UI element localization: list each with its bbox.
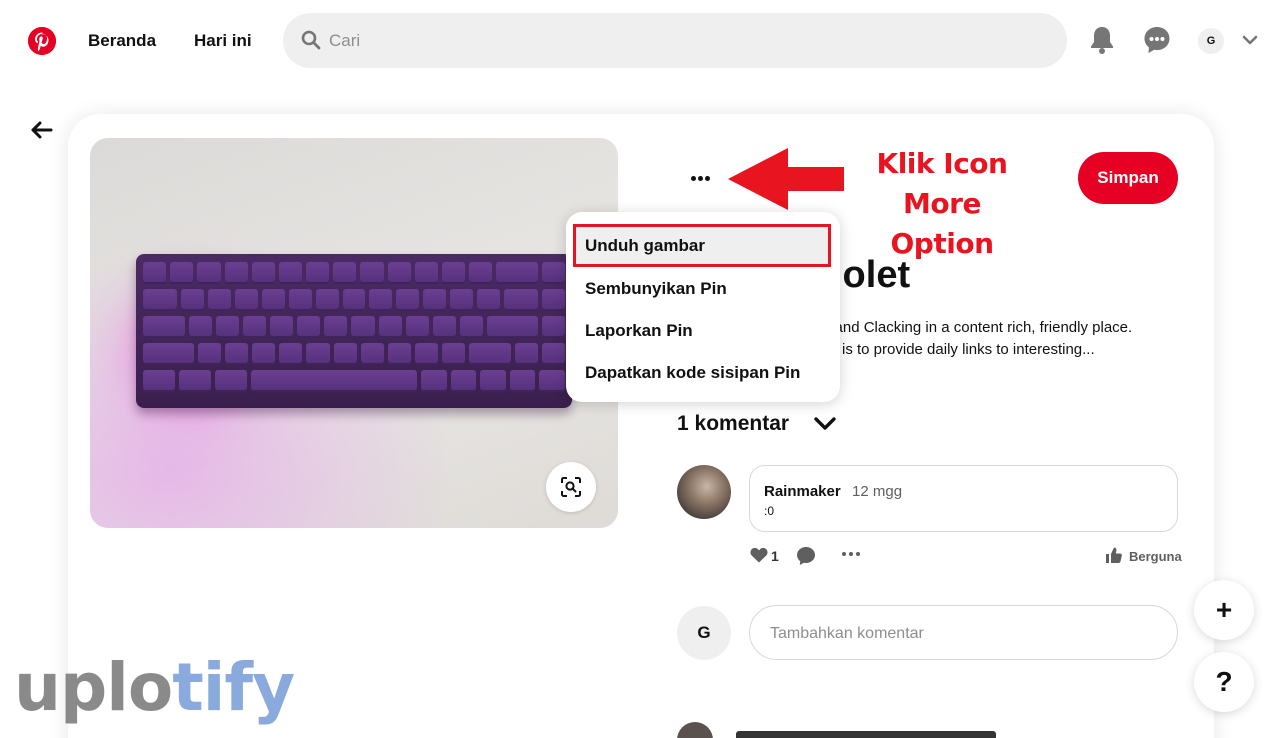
comments-heading[interactable]: 1 komentar: [677, 412, 789, 436]
search-icon: [301, 30, 321, 50]
heart-icon[interactable]: [750, 547, 768, 563]
pinterest-logo-icon[interactable]: [28, 27, 56, 55]
next-comment-header: [736, 731, 996, 738]
chevron-down-icon[interactable]: [813, 414, 837, 434]
visual-search-button[interactable]: [546, 462, 596, 512]
nav-hari-ini[interactable]: Hari ini: [194, 31, 252, 51]
menu-item-unduh-gambar[interactable]: Unduh gambar: [585, 236, 705, 256]
menu-item-laporkan-pin[interactable]: Laporkan Pin: [585, 321, 693, 341]
comment-timestamp: 12 mgg: [852, 483, 903, 500]
lens-search-icon: [561, 477, 581, 497]
annotation-text: Klik Icon More Option: [852, 144, 1032, 264]
nav-beranda[interactable]: Beranda: [88, 31, 156, 51]
pin-description-line-2: dit is to provide daily links to interes…: [822, 341, 1095, 358]
menu-item-kode-sisipan[interactable]: Dapatkan kode sisipan Pin: [585, 363, 800, 383]
save-button[interactable]: Simpan: [1078, 152, 1178, 204]
annotation-arrow-icon: [728, 148, 844, 210]
chevron-down-icon[interactable]: [1242, 34, 1258, 46]
pin-title: iolet: [832, 254, 911, 296]
user-avatar[interactable]: G: [1198, 28, 1224, 54]
help-button[interactable]: ?: [1194, 652, 1254, 712]
annotation-line-1: Klik Icon: [876, 147, 1008, 180]
watermark-part-1: uplo: [14, 649, 173, 726]
back-arrow-icon[interactable]: [30, 118, 54, 142]
add-comment-input[interactable]: Tambahkan komentar: [749, 605, 1178, 660]
bell-icon[interactable]: [1089, 25, 1115, 55]
comment-text: :0: [764, 504, 775, 518]
keyboard-image: [136, 254, 572, 408]
current-user-avatar: G: [677, 606, 731, 660]
like-count: 1: [771, 548, 779, 564]
create-button[interactable]: +: [1194, 580, 1254, 640]
top-header: Beranda Hari ini Cari G: [0, 0, 1280, 82]
comment-more-button[interactable]: [840, 552, 862, 558]
uplotify-watermark: uplotify: [14, 648, 295, 728]
menu-item-sembunyikan-pin[interactable]: Sembunyikan Pin: [585, 279, 727, 299]
add-comment-placeholder: Tambahkan komentar: [770, 625, 924, 642]
messages-icon[interactable]: [1143, 25, 1171, 55]
search-input[interactable]: Cari: [283, 13, 1067, 68]
pin-description: g and Clacking in a content rich, friend…: [822, 317, 1182, 361]
search-placeholder: Cari: [329, 31, 361, 50]
thumbs-up-icon[interactable]: [1105, 546, 1123, 564]
more-options-button[interactable]: [688, 165, 720, 191]
annotation-line-2: More Option: [890, 187, 995, 260]
watermark-part-2: tify: [172, 649, 295, 726]
reply-icon[interactable]: [796, 546, 816, 566]
pin-description-line-1: g and Clacking in a content rich, friend…: [822, 319, 1133, 336]
commenter-avatar[interactable]: [677, 465, 731, 519]
comment-username[interactable]: Rainmaker: [764, 483, 841, 500]
helpful-label[interactable]: Berguna: [1129, 549, 1182, 564]
pin-image[interactable]: [90, 138, 618, 528]
